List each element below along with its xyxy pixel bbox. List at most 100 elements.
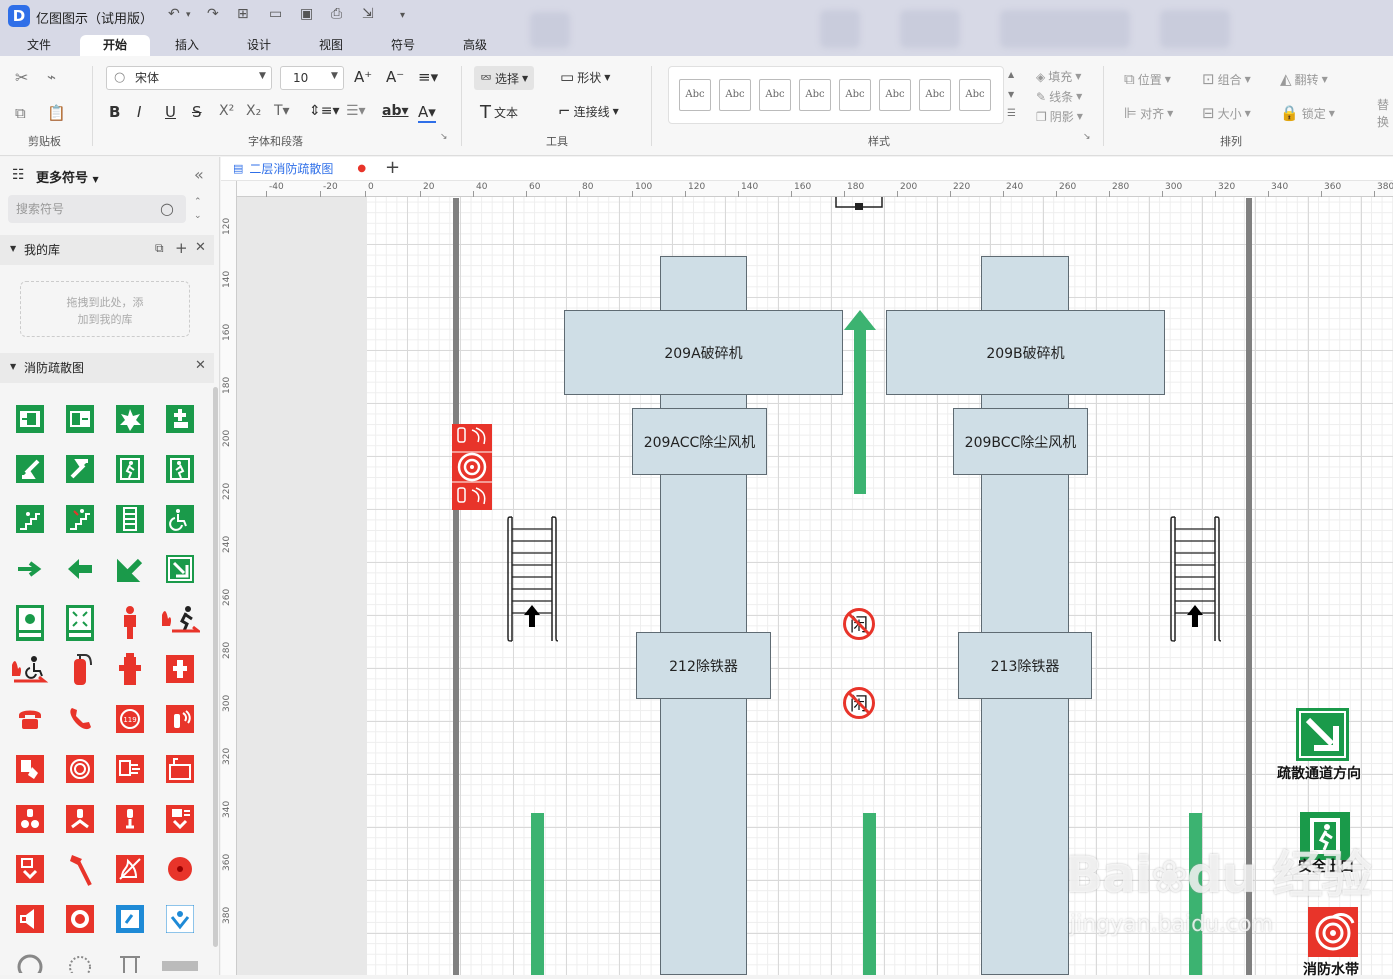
arrow-right-icon[interactable]	[16, 555, 44, 583]
bold-icon[interactable]: B	[109, 103, 120, 121]
extinguisher-pair-icon[interactable]	[66, 805, 94, 833]
fire-axe-icon[interactable]	[66, 851, 94, 887]
import-icon[interactable]: ⧉	[155, 241, 164, 256]
font-dialog-launcher-icon[interactable]: ↘	[440, 132, 448, 142]
shape-tool-button[interactable]: ▭ 形状 ▼	[560, 68, 610, 86]
fire-escape-running-icon[interactable]	[160, 605, 200, 635]
alarm-119-icon[interactable]: 119	[116, 705, 144, 733]
underline-icon[interactable]: U	[165, 103, 176, 121]
style-swatch-7[interactable]: Abc	[919, 79, 951, 111]
my-library-drop-zone[interactable]: 拖拽到此处，添 加到我的库	[20, 281, 190, 337]
redo-icon[interactable]: ↷	[207, 6, 219, 22]
my-library-expand-icon[interactable]: ▼	[10, 244, 16, 253]
new-file-icon[interactable]: ⊞	[237, 6, 249, 22]
panel-scrollbar[interactable]	[213, 387, 218, 947]
direction-up-right-icon[interactable]	[66, 455, 94, 483]
lock-button[interactable]: 🔒 锁定 ▼	[1280, 104, 1335, 122]
close-fire-library-icon[interactable]: ✕	[195, 358, 206, 373]
direction-down-right-icon[interactable]	[166, 555, 194, 583]
bullet-list-icon[interactable]: ☰▾	[346, 103, 366, 119]
no-entry-sign-1-icon[interactable]: 闲	[842, 607, 876, 641]
evacuation-direction-sign-icon[interactable]	[1296, 708, 1349, 761]
sprinkler-head-icon[interactable]	[16, 953, 44, 973]
font-color-icon[interactable]: A▾	[418, 103, 436, 123]
tab-home[interactable]: 开始	[80, 35, 150, 56]
fire-escape-wheelchair-icon[interactable]	[10, 655, 50, 685]
crusher-209a[interactable]: 209A破碎机	[564, 310, 843, 395]
grow-font-icon[interactable]: A⁺	[354, 68, 372, 86]
position-button[interactable]: ⧉ 位置 ▼	[1124, 70, 1171, 88]
group-button[interactable]: ⊡ 组合 ▼	[1202, 70, 1251, 88]
alarm-bell-panel-icon[interactable]	[166, 805, 194, 833]
document-tab[interactable]: ▤ 二层消防疏散图 ●	[233, 160, 366, 177]
line-spacing-icon[interactable]: ⇕≡▾	[309, 103, 340, 119]
fire-evacuation-section[interactable]: 消防疏散图	[0, 353, 214, 383]
style-scroll-up-icon[interactable]: ▲	[1008, 70, 1014, 79]
pipe-column-icon[interactable]	[116, 953, 144, 973]
save-icon[interactable]: ▣	[300, 6, 313, 22]
tab-design[interactable]: 设计	[234, 35, 284, 56]
undo-icon[interactable]: ↶	[168, 6, 180, 22]
assembly-point-icon[interactable]	[16, 605, 44, 641]
fire-hose-extinguisher-group-icon[interactable]	[452, 424, 492, 510]
style-swatch-2[interactable]: Abc	[719, 79, 751, 111]
control-panel-icon[interactable]	[116, 905, 144, 933]
scroll-up-chevron-icon[interactable]: ⌃	[194, 197, 202, 207]
line-button[interactable]: ✎ 线条 ▼	[1036, 88, 1082, 105]
left-wall[interactable]	[453, 198, 459, 975]
fire-library-expand-icon[interactable]: ▼	[10, 362, 16, 371]
grill-vent-icon[interactable]	[160, 957, 200, 973]
copy-icon[interactable]: ⧉	[15, 104, 26, 122]
stairs-down-icon[interactable]	[16, 505, 44, 533]
wheelchair-icon[interactable]	[166, 505, 194, 533]
arrow-down-left-icon[interactable]	[116, 555, 144, 583]
no-entry-sign-2-icon[interactable]: 闲	[842, 686, 876, 720]
more-symbols-button[interactable]: 更多符号 ▼	[36, 167, 99, 186]
select-tool-button[interactable]: ⮹ 选择 ▼	[474, 66, 535, 90]
text-case-icon[interactable]: T▾	[274, 103, 290, 119]
style-swatch-3[interactable]: Abc	[759, 79, 791, 111]
emergency-breakout-icon[interactable]	[116, 405, 144, 433]
add-icon[interactable]: +	[175, 239, 188, 257]
close-my-library-icon[interactable]: ✕	[195, 240, 206, 255]
style-swatch-1[interactable]: Abc	[679, 79, 711, 111]
align-button[interactable]: ⊫ 对齐 ▼	[1124, 104, 1173, 122]
paragraph-align-icon[interactable]: ≡▾	[418, 68, 438, 86]
size-dropdown-icon[interactable]: ▼	[331, 71, 338, 81]
print-icon[interactable]: ⎙	[331, 6, 342, 22]
staircase-left-icon[interactable]	[506, 515, 558, 643]
flammable-warning-icon[interactable]	[116, 855, 144, 883]
door-symbol-icon[interactable]	[834, 197, 884, 211]
search-icon[interactable]: ○	[160, 199, 174, 218]
style-swatch-5[interactable]: Abc	[839, 79, 871, 111]
cut-icon[interactable]: ✂	[15, 68, 28, 87]
dust-fan-209bcc[interactable]: 209BCC除尘风机	[953, 408, 1088, 475]
running-man-door-icon[interactable]	[166, 455, 194, 483]
running-man-exit-icon[interactable]	[116, 455, 144, 483]
tab-view[interactable]: 视图	[306, 35, 356, 56]
collapse-panel-icon[interactable]: «	[194, 165, 204, 184]
replace-button[interactable]: 替换	[1377, 96, 1393, 130]
person-standing-icon[interactable]	[116, 605, 144, 641]
fire-hydrant-icon[interactable]	[116, 651, 144, 687]
tab-file[interactable]: 文件	[14, 35, 64, 56]
style-swatch-8[interactable]: Abc	[959, 79, 991, 111]
add-page-icon[interactable]: +	[385, 157, 400, 178]
sprinkler-spray-icon[interactable]	[66, 953, 94, 973]
connector-tool-button[interactable]: ⌐ 连接线 ▼	[558, 102, 619, 120]
smoke-detector-icon[interactable]	[66, 905, 94, 933]
tab-insert[interactable]: 插入	[162, 35, 212, 56]
highlight-icon[interactable]: ab▾	[382, 103, 409, 119]
size-button[interactable]: ⊟ 大小 ▼	[1202, 104, 1251, 122]
phone-handset-icon[interactable]	[66, 705, 94, 733]
paste-icon[interactable]: 📋	[47, 104, 66, 122]
manual-alarm-icon[interactable]	[16, 755, 44, 783]
flip-button[interactable]: ◭ 翻转 ▼	[1280, 70, 1328, 88]
extinguisher-cluster-icon[interactable]	[16, 805, 44, 833]
subscript-icon[interactable]: X₂	[246, 103, 261, 119]
dust-fan-209acc[interactable]: 209ACC除尘风机	[632, 408, 767, 475]
fire-equipment-box-icon[interactable]	[166, 755, 194, 783]
style-swatch-4[interactable]: Abc	[799, 79, 831, 111]
fire-telephone-icon[interactable]	[16, 705, 44, 733]
iron-remover-212[interactable]: 212除铁器	[636, 632, 771, 699]
